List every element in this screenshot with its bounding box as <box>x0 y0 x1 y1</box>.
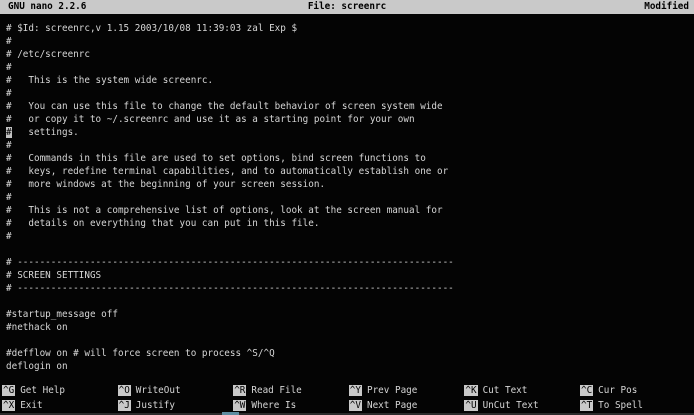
editor-line: deflogin on <box>6 360 694 373</box>
editor-line <box>6 295 694 308</box>
shortcut-key: ^U <box>464 400 477 411</box>
shortcut-key: ^X <box>2 400 15 411</box>
shortcut-label: Get Help <box>20 385 65 396</box>
shortcut-where-is: ^W Where Is <box>233 399 349 412</box>
shortcut-label: Cur Pos <box>598 385 637 396</box>
editor-line: # You can use this file to change the de… <box>6 100 694 113</box>
editor-line: # /etc/screenrc <box>6 48 694 61</box>
editor-lines[interactable]: # $Id: screenrc,v 1.15 2003/10/08 11:39:… <box>0 14 694 386</box>
editor-line: #startup_message off <box>6 308 694 321</box>
editor-line: # SCREEN SETTINGS <box>6 269 694 282</box>
shortcut-key: ^R <box>233 385 246 396</box>
shortcut-key: ^Y <box>349 385 362 396</box>
shortcut-label: Next Page <box>367 400 417 411</box>
nano-terminal-window: GNU nano 2.2.6 File: screenrc Modified #… <box>0 0 694 415</box>
editor-line: #defflow on # will force screen to proce… <box>6 347 694 360</box>
editor-line: # --------------------------------------… <box>6 256 694 269</box>
shortcut-next-page: ^V Next Page <box>349 399 465 412</box>
editor-line: # keys, redefine terminal capabilities, … <box>6 165 694 178</box>
editor-line: # settings. <box>6 126 694 139</box>
shortcut-prev-page: ^Y Prev Page <box>349 384 465 397</box>
shortcut-key: ^C <box>580 385 593 396</box>
editor-line: # <box>6 191 694 204</box>
shortcut-justify: ^J Justify <box>118 399 234 412</box>
editor-line <box>6 334 694 347</box>
editor-line: # <box>6 230 694 243</box>
shortcut-key: ^O <box>118 385 131 396</box>
shortcut-label: Exit <box>20 400 42 411</box>
open-file-label: File: screenrc <box>0 0 694 13</box>
shortcut-label: Read File <box>251 385 301 396</box>
shortcut-key: ^V <box>349 400 362 411</box>
editor-line: # details on everything that you can put… <box>6 217 694 230</box>
shortcut-label: Cut Text <box>483 385 528 396</box>
shortcut-row-1: ^G Get Help ^O WriteOut ^R Read File ^Y Prev Pa… <box>2 384 694 397</box>
shortcut-key: ^W <box>233 400 246 411</box>
shortcut-key: ^J <box>118 400 131 411</box>
editor-line: # $Id: screenrc,v 1.15 2003/10/08 11:39:… <box>6 22 694 35</box>
shortcut-key: ^K <box>464 385 477 396</box>
shortcut-key: ^T <box>580 400 593 411</box>
shortcut-cur-pos: ^C Cur Pos <box>580 384 694 397</box>
editor-line: # This is not a comprehensive list of op… <box>6 204 694 217</box>
editor-line: # more windows at the beginning of your … <box>6 178 694 191</box>
nano-title-bar: GNU nano 2.2.6 File: screenrc Modified <box>0 0 694 14</box>
shortcut-label: Where Is <box>251 400 296 411</box>
editor-line: # --------------------------------------… <box>6 282 694 295</box>
editor-line: # <box>6 61 694 74</box>
modified-status-badge: Modified <box>644 0 689 13</box>
editor-line <box>6 243 694 256</box>
editor-line: # <box>6 35 694 48</box>
text-cursor: # <box>6 127 12 138</box>
editor-line: # Commands in this file are used to set … <box>6 152 694 165</box>
shortcut-get-help: ^G Get Help <box>2 384 118 397</box>
shortcut-read-file: ^R Read File <box>233 384 349 397</box>
editor-line: #nethack on <box>6 321 694 334</box>
shortcut-label: WriteOut <box>136 385 181 396</box>
shortcut-exit: ^X Exit <box>2 399 118 412</box>
editor-line: # <box>6 87 694 100</box>
shortcut-writeout: ^O WriteOut <box>118 384 234 397</box>
shortcut-label: To Spell <box>598 400 643 411</box>
shortcut-label: Prev Page <box>367 385 417 396</box>
editor-line: # <box>6 139 694 152</box>
shortcut-label: Justify <box>136 400 175 411</box>
shortcut-uncut-text: ^U UnCut Text <box>464 399 580 412</box>
shortcut-key: ^G <box>2 385 15 396</box>
shortcut-cut-text: ^K Cut Text <box>464 384 580 397</box>
editor-line: # This is the system wide screenrc. <box>6 74 694 87</box>
shortcut-label: UnCut Text <box>483 400 539 411</box>
editor-line: # or copy it to ~/.screenrc and use it a… <box>6 113 694 126</box>
shortcut-row-2: ^X Exit ^J Justify ^W Where Is ^V Next Page ^U Un… <box>2 399 694 412</box>
shortcut-to-spell: ^T To Spell <box>580 399 694 412</box>
